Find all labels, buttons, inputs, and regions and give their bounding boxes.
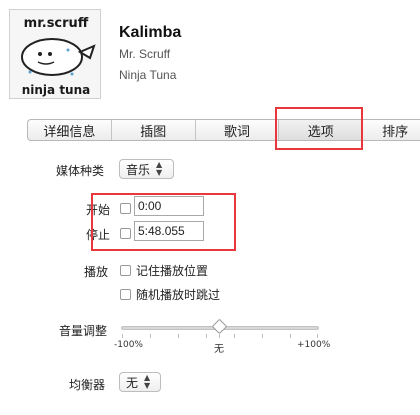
artwork-bottom-text: ninja tuna: [22, 83, 91, 97]
artwork-top-text: mr.scruff: [24, 16, 89, 31]
volume-min-label: -100%: [114, 340, 143, 350]
volume-tick: [290, 334, 291, 338]
remember-position-checkbox[interactable]: [120, 265, 131, 276]
tab-lyrics[interactable]: 歌词: [196, 120, 280, 140]
remember-position-label: 记住播放位置: [136, 264, 209, 278]
album-artwork-illustration: mr.scruff ninja tuna: [10, 10, 100, 98]
volume-tick: [122, 334, 123, 338]
media-kind-value: 音乐: [126, 162, 151, 177]
equalizer-value: 无: [126, 375, 139, 390]
volume-tick: [150, 334, 151, 338]
equalizer-select[interactable]: 无 ▲ ▼: [119, 372, 161, 392]
equalizer-label: 均衡器: [69, 378, 106, 392]
highlight-start-stop: [91, 193, 236, 251]
highlight-options-tab: [275, 107, 363, 150]
album-artwork: mr.scruff ninja tuna: [9, 9, 101, 99]
media-kind-label: 媒体种类: [56, 164, 105, 178]
playback-label: 播放: [84, 265, 109, 279]
chevron-updown-icon: ▲ ▼: [156, 160, 163, 177]
volume-tick: [262, 334, 263, 338]
track-artist: Mr. Scruff: [119, 47, 171, 61]
tab-details[interactable]: 详细信息: [28, 120, 112, 140]
media-kind-select[interactable]: 音乐 ▲ ▼: [119, 159, 174, 179]
volume-tick: [317, 334, 318, 338]
skip-shuffle-label: 随机播放时跳过: [136, 288, 221, 302]
tab-artwork[interactable]: 插图: [112, 120, 196, 140]
volume-tick: [178, 334, 179, 338]
volume-tick: [234, 334, 235, 338]
track-album: Ninja Tuna: [119, 68, 177, 82]
tab-sorting[interactable]: 排序: [363, 120, 420, 140]
volume-tick: [219, 334, 220, 338]
track-title: Kalimba: [119, 24, 182, 41]
volume-slider-thumb[interactable]: [211, 318, 228, 335]
volume-mid-label: 无: [214, 344, 224, 355]
volume-adjust-label: 音量调整: [59, 324, 108, 338]
volume-max-label: +100%: [297, 340, 331, 350]
skip-shuffle-checkbox[interactable]: [120, 289, 131, 300]
chevron-updown-icon: ▲ ▼: [144, 373, 151, 390]
volume-tick: [206, 334, 207, 338]
